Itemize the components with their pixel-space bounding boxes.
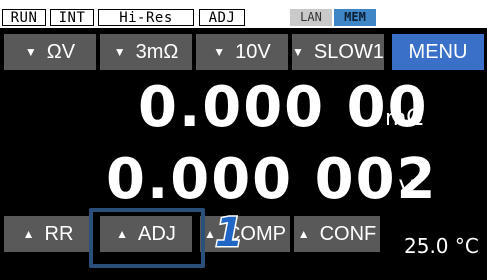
adj-highlight-frame bbox=[89, 208, 205, 268]
speed-label: SLOW1 bbox=[313, 40, 384, 63]
status-adj: ADJ bbox=[199, 9, 245, 26]
status-run: RUN bbox=[2, 9, 46, 26]
conf-button[interactable]: ▲ CONF bbox=[294, 216, 380, 252]
callout-marker: 1 bbox=[214, 210, 245, 258]
triangle-down-icon: ▼ bbox=[292, 45, 304, 59]
resistance-unit: mΩ bbox=[385, 106, 424, 131]
temperature-readout: 25.0 °C bbox=[404, 234, 479, 258]
status-lan: LAN bbox=[290, 9, 332, 26]
speed-button[interactable]: ▼ SLOW1 bbox=[292, 34, 384, 70]
status-mode: Hi-Res bbox=[98, 9, 194, 26]
triangle-up-icon: ▲ bbox=[22, 227, 35, 241]
range-voltage-button[interactable]: ▼ 10V bbox=[196, 34, 288, 70]
triangle-down-icon: ▼ bbox=[213, 45, 226, 59]
rr-label: RR bbox=[44, 222, 74, 245]
rr-button[interactable]: ▲ RR bbox=[4, 216, 92, 252]
voltage-unit: V bbox=[399, 177, 415, 202]
menu-label: MENU bbox=[408, 40, 468, 63]
voltage-reading: 0.000 002 bbox=[106, 147, 438, 212]
triangle-down-icon: ▼ bbox=[24, 45, 37, 59]
range-value-label: 3mΩ bbox=[135, 40, 179, 63]
triangle-down-icon: ▼ bbox=[113, 45, 126, 59]
range-voltage-label: 10V bbox=[235, 40, 271, 63]
menu-button[interactable]: MENU bbox=[392, 34, 484, 70]
triangle-up-icon: ▲ bbox=[297, 227, 310, 241]
status-mem: MEM bbox=[334, 9, 376, 26]
conf-label: CONF bbox=[319, 222, 377, 245]
range-resistance-button[interactable]: ▼ ΩV bbox=[4, 34, 96, 70]
range-value-button[interactable]: ▼ 3mΩ bbox=[100, 34, 192, 70]
status-int: INT bbox=[50, 9, 94, 26]
range-resistance-label: ΩV bbox=[46, 40, 76, 63]
callout-number: 1 bbox=[215, 210, 243, 256]
status-bar: RUN INT Hi-Res ADJ LAN MEM bbox=[0, 0, 487, 28]
